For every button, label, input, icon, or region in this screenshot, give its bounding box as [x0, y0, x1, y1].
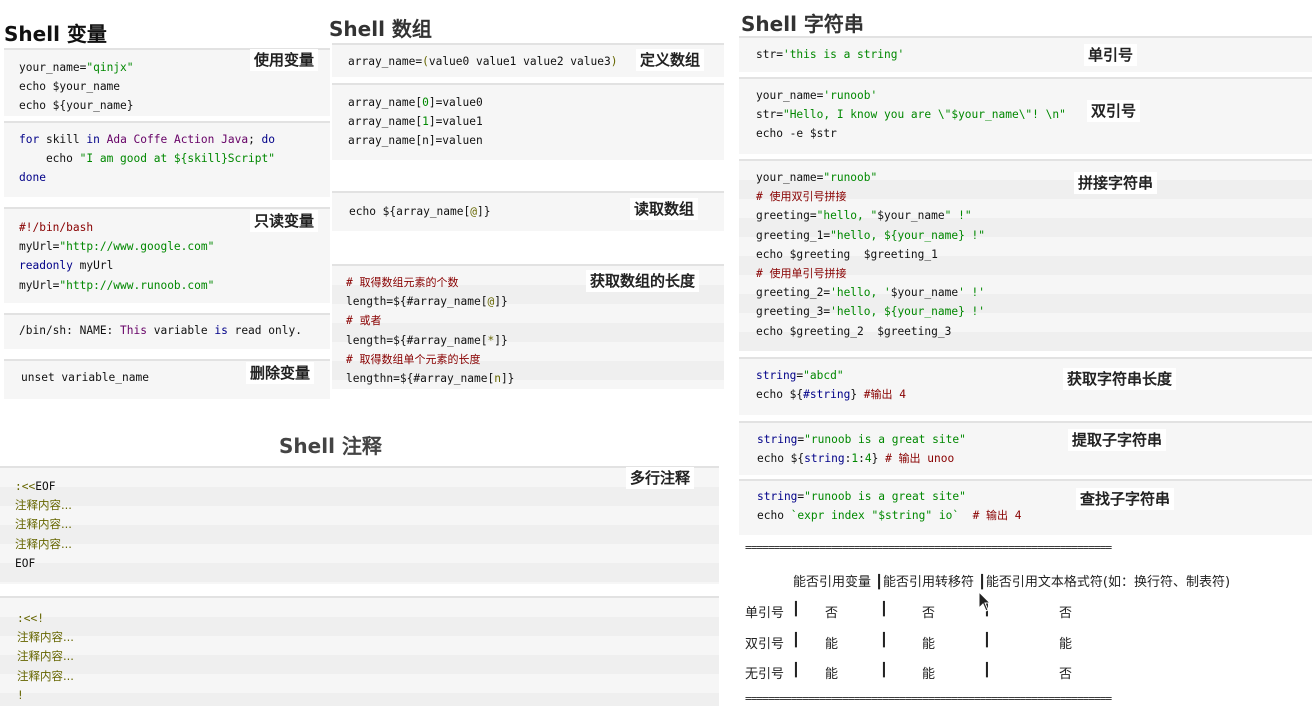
- label-substr: 提取子字符串: [1068, 429, 1167, 451]
- label-use-var: 使用变量: [250, 49, 319, 71]
- row-single-fmt: 否: [1059, 606, 1073, 621]
- code-define-array: array_name=(value0 value1 value2 value3): [348, 55, 618, 68]
- code-single-quote: str='this is a string': [756, 48, 905, 61]
- label-concat: 拼接字符串: [1074, 172, 1158, 194]
- arrays-title: Shell 数组: [329, 17, 432, 41]
- label-array-length: 获取数组的长度: [586, 270, 700, 292]
- table-header: 能否引用变量 ┃能否引用转移符 ┃能否引用文本格式符(如：换行符、制表符): [793, 575, 1231, 590]
- row-none-name: 无引号: [745, 667, 785, 682]
- code-block-heredoc-eof: [0, 466, 719, 584]
- row-single-sep2: ┃: [880, 602, 888, 617]
- label-readonly-var: 只读变量: [250, 210, 319, 232]
- row-single-esc: 否: [922, 606, 936, 621]
- label-find-substr: 查找子字符串: [1076, 488, 1175, 510]
- row-double-name: 双引号: [745, 637, 785, 652]
- row-none-sep2: ┃: [880, 663, 888, 678]
- code-str-length: string="abcd" echo ${#string} #输出 4: [756, 369, 907, 402]
- code-for-loop: for skill in Ada Coffe Action Java; do e…: [19, 133, 276, 185]
- label-single-quote: 单引号: [1084, 44, 1138, 66]
- code-concat: your_name="runoob" # 使用双引号拼接 greeting="hel…: [756, 171, 986, 338]
- code-readonly-error: /bin/sh: NAME: This variable is read onl…: [19, 324, 302, 337]
- label-str-length: 获取字符串长度: [1063, 368, 1177, 390]
- label-multiline-comment: 多行注释: [626, 467, 695, 489]
- row-single-name: 单引号: [745, 606, 785, 621]
- label-define-array: 定义数组: [636, 49, 705, 71]
- code-readonly: #!/bin/bash myUrl="http://www.google.com"…: [19, 221, 215, 292]
- code-substr: string="runoob is a great site" echo ${st…: [757, 433, 966, 466]
- code-heredoc-bang: :<<! 注释内容... 注释内容... 注释内容...!: [17, 612, 74, 702]
- row-none-sep3: ┃: [983, 663, 991, 678]
- variables-title: Shell 变量: [4, 22, 107, 46]
- label-read-array: 读取数组: [630, 198, 699, 220]
- row-double-fmt: 能: [1059, 637, 1073, 652]
- table-rule-top: ========================================…: [745, 541, 1112, 554]
- label-double-quote: 双引号: [1087, 100, 1141, 122]
- row-single-sep1: ┃: [792, 602, 800, 617]
- row-none-fmt: 否: [1059, 667, 1073, 682]
- row-double-sep3: ┃: [983, 633, 991, 648]
- strings-title: Shell 字符串: [741, 12, 864, 36]
- table-rule-bottom: ========================================…: [745, 692, 1112, 705]
- code-block-heredoc-bang: [0, 596, 719, 706]
- mouse-cursor-icon: [978, 591, 992, 612]
- code-unset: unset variable_name: [21, 371, 149, 384]
- code-heredoc-eof: :<<EOF 注释内容... 注释内容... 注释内容... EOF: [15, 480, 72, 570]
- row-double-sep2: ┃: [880, 633, 888, 648]
- row-none-esc: 能: [922, 667, 936, 682]
- code-array-length: # 取得数组元素的个数 length=${#array_name[@]} # 或者 l…: [346, 276, 515, 386]
- row-none-var: 能: [825, 667, 839, 682]
- code-assign-array: array_name[0]=value0 array_name[1]=value1…: [348, 96, 483, 148]
- comments-title: Shell 注释: [279, 434, 382, 458]
- label-delete-var: 删除变量: [246, 362, 315, 384]
- row-double-var: 能: [825, 637, 839, 652]
- code-use-var: your_name="qinjx" echo $your_name echo ${y…: [19, 61, 134, 113]
- code-read-array: echo ${array_name[@]}: [349, 205, 491, 218]
- row-double-sep1: ┃: [792, 633, 800, 648]
- row-none-sep1: ┃: [792, 663, 800, 678]
- row-double-esc: 能: [922, 637, 936, 652]
- code-double-quote: your_name='runoob' str="Hello, I know you…: [756, 89, 1066, 141]
- row-single-var: 否: [825, 606, 839, 621]
- code-find-substr: string="runoob is a great site" echo `exp…: [757, 490, 1022, 523]
